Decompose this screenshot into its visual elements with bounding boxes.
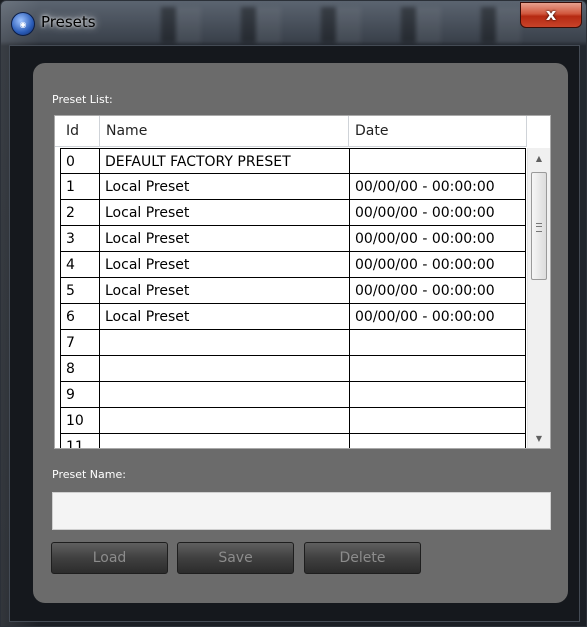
cell-id: 5 bbox=[60, 278, 99, 304]
title-bar[interactable]: ◉ Presets x bbox=[1, 1, 587, 45]
table-row[interactable]: 6 Local Preset 00/00/00 - 00:00:00 bbox=[60, 304, 526, 330]
table-row[interactable]: 2 Local Preset 00/00/00 - 00:00:00 bbox=[60, 200, 526, 226]
close-icon: x bbox=[545, 5, 557, 24]
cell-id: 3 bbox=[60, 226, 99, 252]
preset-table[interactable]: Id Name Date 0 DEFAULT FACTORY PRESET 1 Loc… bbox=[54, 115, 551, 449]
cell-name: Local Preset bbox=[99, 278, 349, 304]
app-logo-icon[interactable]: ◉ bbox=[11, 12, 35, 36]
column-header-date[interactable]: Date bbox=[349, 116, 527, 147]
table-row[interactable]: 9 bbox=[60, 382, 526, 408]
cell-name: DEFAULT FACTORY PRESET bbox=[99, 148, 349, 174]
cell-date: 00/00/00 - 00:00:00 bbox=[349, 304, 526, 330]
cell-date: 00/00/00 - 00:00:00 bbox=[349, 226, 526, 252]
delete-button[interactable]: Delete bbox=[304, 542, 421, 574]
cell-name: Local Preset bbox=[99, 252, 349, 278]
cell-name: Local Preset bbox=[99, 200, 349, 226]
table-row[interactable]: 5 Local Preset 00/00/00 - 00:00:00 bbox=[60, 278, 526, 304]
table-row[interactable]: 1 Local Preset 00/00/00 - 00:00:00 bbox=[60, 174, 526, 200]
table-row[interactable]: 11 bbox=[60, 434, 526, 448]
vertical-scrollbar[interactable]: ▲ ▼ bbox=[527, 148, 550, 448]
cell-id: 9 bbox=[60, 382, 99, 408]
cell-id: 4 bbox=[60, 252, 99, 278]
cell-date bbox=[349, 330, 526, 356]
cell-date bbox=[349, 408, 526, 434]
cell-id: 0 bbox=[60, 148, 99, 174]
table-row[interactable]: 0 DEFAULT FACTORY PRESET bbox=[60, 148, 526, 174]
cell-date: 00/00/00 - 00:00:00 bbox=[349, 200, 526, 226]
table-row[interactable]: 4 Local Preset 00/00/00 - 00:00:00 bbox=[60, 252, 526, 278]
grip-icon bbox=[536, 223, 542, 232]
cell-date bbox=[349, 382, 526, 408]
load-button[interactable]: Load bbox=[51, 542, 168, 574]
cell-id: 11 bbox=[60, 434, 99, 448]
cell-date bbox=[349, 434, 526, 448]
cell-name bbox=[99, 434, 349, 448]
scrollbar-thumb[interactable] bbox=[531, 172, 547, 280]
table-row[interactable]: 10 bbox=[60, 408, 526, 434]
cell-name: Local Preset bbox=[99, 174, 349, 200]
cell-id: 10 bbox=[60, 408, 99, 434]
cell-date bbox=[349, 148, 526, 174]
cell-date: 00/00/00 - 00:00:00 bbox=[349, 252, 526, 278]
chevron-down-icon[interactable]: ▼ bbox=[528, 430, 550, 448]
cell-date: 00/00/00 - 00:00:00 bbox=[349, 278, 526, 304]
table-row[interactable]: 3 Local Preset 00/00/00 - 00:00:00 bbox=[60, 226, 526, 252]
cell-id: 7 bbox=[60, 330, 99, 356]
cell-date bbox=[349, 356, 526, 382]
cell-name bbox=[99, 408, 349, 434]
cell-id: 6 bbox=[60, 304, 99, 330]
cell-name bbox=[99, 356, 349, 382]
cell-name: Local Preset bbox=[99, 226, 349, 252]
window-title: Presets bbox=[41, 13, 96, 31]
table-header: Id Name Date bbox=[55, 116, 550, 148]
close-button[interactable]: x bbox=[520, 2, 582, 28]
table-body: 0 DEFAULT FACTORY PRESET 1 Local Preset 00/0… bbox=[60, 148, 526, 448]
preset-name-label: Preset Name: bbox=[52, 468, 126, 481]
cell-id: 2 bbox=[60, 200, 99, 226]
preset-name-input[interactable] bbox=[52, 492, 551, 530]
save-button[interactable]: Save bbox=[177, 542, 294, 574]
preset-list-label: Preset List: bbox=[52, 93, 113, 106]
cell-name: Local Preset bbox=[99, 304, 349, 330]
table-row[interactable]: 7 bbox=[60, 330, 526, 356]
column-header-id[interactable]: Id bbox=[55, 116, 100, 147]
column-header-name[interactable]: Name bbox=[100, 116, 349, 147]
cell-date: 00/00/00 - 00:00:00 bbox=[349, 174, 526, 200]
title-bar-background bbox=[121, 7, 521, 43]
cell-name bbox=[99, 382, 349, 408]
cell-id: 1 bbox=[60, 174, 99, 200]
cell-name bbox=[99, 330, 349, 356]
chevron-up-icon[interactable]: ▲ bbox=[528, 150, 550, 168]
table-row[interactable]: 8 bbox=[60, 356, 526, 382]
cell-id: 8 bbox=[60, 356, 99, 382]
